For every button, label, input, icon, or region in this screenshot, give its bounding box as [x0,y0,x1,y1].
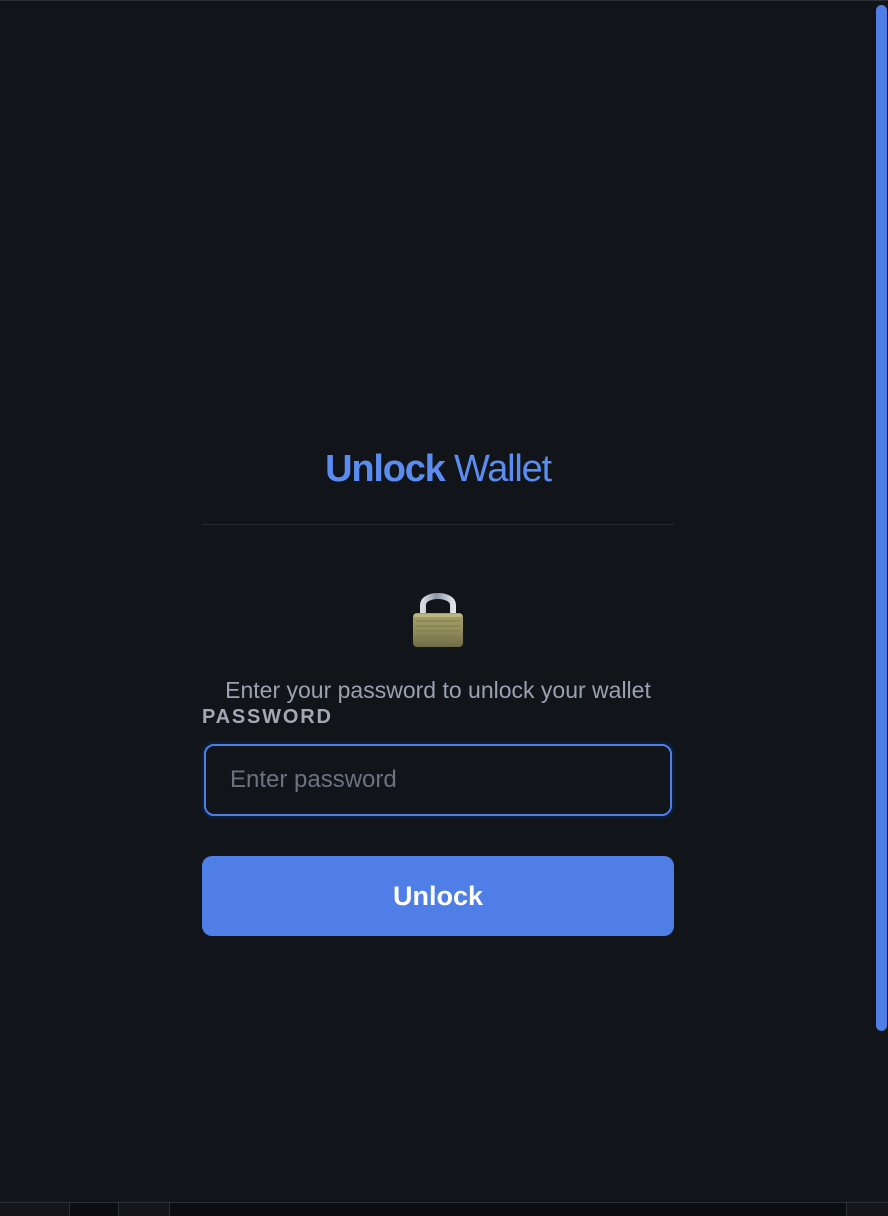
unlock-instructions: Enter your password to unlock your walle… [225,677,651,703]
page-title: Unlock Wallet [202,441,674,497]
scrollbar-thumb[interactable] [876,5,887,1031]
title-primary: Unlock [325,448,446,490]
bottom-strip-segment [0,1203,70,1216]
password-field-focus-ring [201,741,675,819]
padlock-icon [413,593,463,647]
title-divider [202,524,674,525]
unlock-button[interactable]: Unlock [202,856,674,936]
password-label: PASSWORD [202,706,333,728]
password-input[interactable] [204,744,672,816]
lock-icon-container [202,585,674,657]
bottom-strip-segment [118,1203,170,1216]
unlock-wallet-panel: Unlock Wallet Enter your password to unl… [201,441,675,936]
unlock-wallet-window: Unlock Wallet Enter your password to unl… [0,0,888,1216]
bottom-strip-segment [846,1203,888,1216]
title-secondary: Wallet [453,448,552,490]
vertical-scrollbar[interactable] [874,1,888,1203]
bottom-window-strip [0,1202,888,1216]
